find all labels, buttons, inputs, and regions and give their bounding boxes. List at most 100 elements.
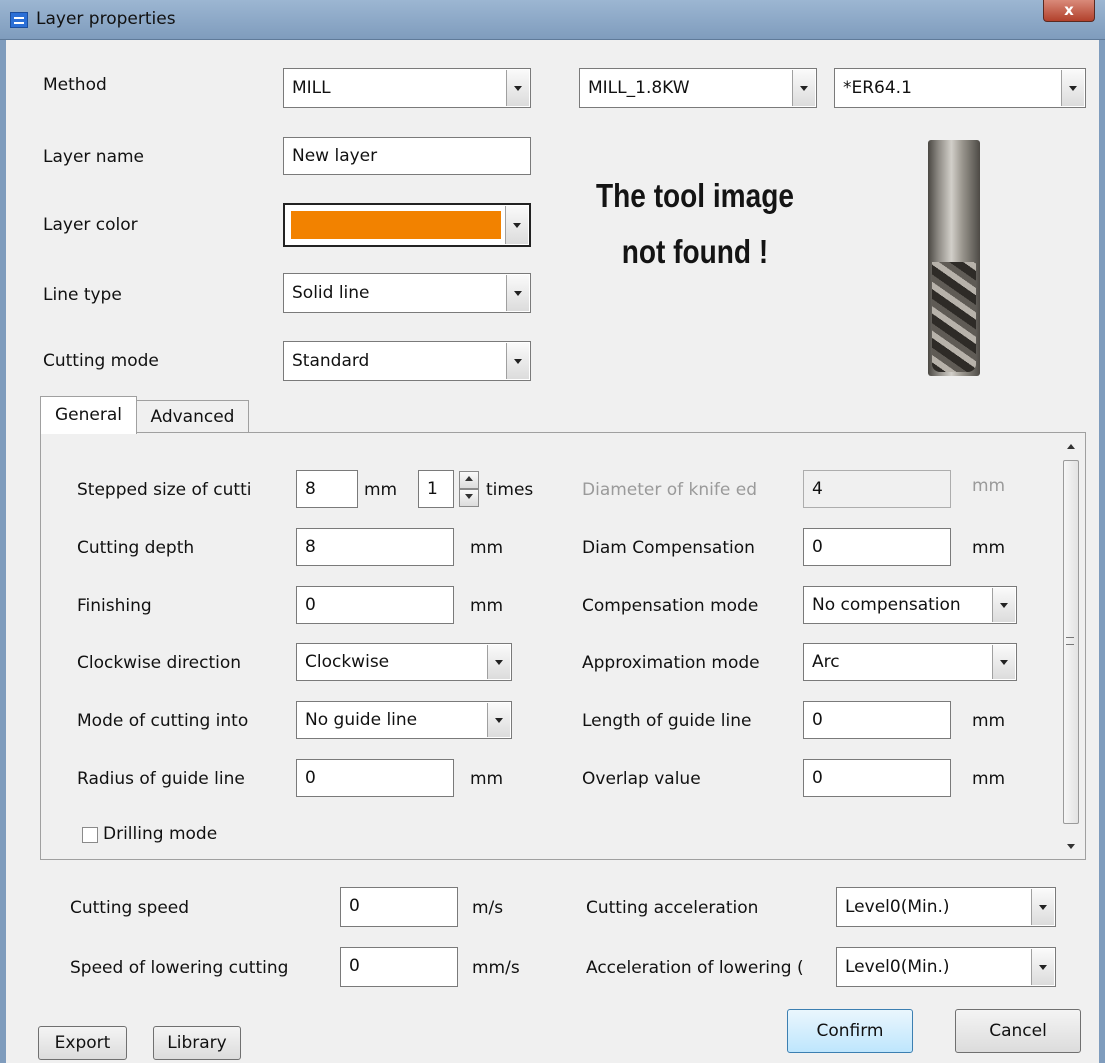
spin-down-icon[interactable]	[459, 489, 479, 507]
diam-compensation-label: Diam Compensation	[582, 538, 755, 558]
knife-diameter-unit: mm	[972, 476, 1006, 496]
export-button[interactable]: Export	[38, 1026, 127, 1060]
guide-radius-input[interactable]: 0	[296, 759, 454, 797]
app-icon	[10, 12, 28, 28]
cutting-acceleration-label: Cutting acceleration	[586, 898, 759, 918]
chevron-down-icon[interactable]	[506, 343, 529, 379]
chevron-down-icon[interactable]	[792, 70, 815, 106]
cutting-into-value: No guide line	[305, 710, 418, 730]
lowering-acceleration-label: Acceleration of lowering (	[586, 958, 804, 978]
window-border-right	[1099, 40, 1105, 1063]
layer-color-swatch	[291, 211, 501, 239]
guide-length-unit: mm	[972, 711, 1006, 731]
cutting-speed-unit: m/s	[472, 898, 504, 918]
chevron-down-icon[interactable]	[992, 645, 1015, 679]
line-type-select[interactable]: Solid line	[283, 273, 531, 313]
tab-general[interactable]: General	[40, 396, 137, 434]
scroll-down-icon[interactable]	[1063, 840, 1079, 856]
compensation-mode-label: Compensation mode	[582, 596, 759, 616]
scroll-grip-icon	[1066, 637, 1074, 645]
guide-length-label: Length of guide line	[582, 711, 752, 731]
guide-length-input[interactable]: 0	[803, 701, 951, 739]
cutting-depth-label: Cutting depth	[77, 538, 195, 558]
chevron-down-icon[interactable]	[505, 206, 528, 244]
compensation-mode-value: No compensation	[812, 595, 961, 615]
stepped-size-input[interactable]: 8	[296, 470, 358, 508]
compensation-mode-select[interactable]: No compensation	[803, 586, 1017, 624]
approximation-mode-value: Arc	[812, 652, 840, 672]
spin-up-icon[interactable]	[459, 471, 479, 489]
clockwise-direction-label: Clockwise direction	[77, 653, 242, 673]
cutting-mode-label: Cutting mode	[43, 351, 159, 371]
lowering-acceleration-select[interactable]: Level0(Min.)	[836, 947, 1056, 987]
spindle-select[interactable]: MILL_1.8KW	[579, 68, 817, 108]
window-border-left	[0, 40, 6, 1063]
chevron-down-icon[interactable]	[1031, 889, 1054, 925]
overlap-value-input[interactable]: 0	[803, 759, 951, 797]
cutting-mode-value: Standard	[292, 351, 370, 371]
guide-radius-label: Radius of guide line	[77, 769, 245, 789]
chevron-down-icon[interactable]	[487, 703, 510, 737]
overlap-value-label: Overlap value	[582, 769, 701, 789]
method-select[interactable]: MILL	[283, 68, 531, 108]
chevron-down-icon[interactable]	[1061, 70, 1084, 106]
line-type-value: Solid line	[292, 283, 370, 303]
cutting-into-select[interactable]: No guide line	[296, 701, 512, 739]
cutting-speed-label: Cutting speed	[70, 898, 190, 918]
knife-diameter-input: 4	[803, 470, 951, 508]
chevron-down-icon[interactable]	[992, 588, 1015, 622]
line-type-label: Line type	[43, 285, 122, 305]
tool-image-missing-message: The tool image not found !	[580, 168, 810, 280]
finishing-input[interactable]: 0	[296, 586, 454, 624]
chevron-down-icon[interactable]	[487, 645, 510, 679]
approximation-mode-select[interactable]: Arc	[803, 643, 1017, 681]
cancel-button[interactable]: Cancel	[955, 1009, 1081, 1053]
cutting-depth-unit: mm	[470, 538, 504, 558]
tool-select[interactable]: *ER64.1	[834, 68, 1086, 108]
finishing-label: Finishing	[77, 596, 152, 616]
cutting-acceleration-select[interactable]: Level0(Min.)	[836, 887, 1056, 927]
cutting-into-label: Mode of cutting into	[77, 711, 249, 731]
overlap-value-unit: mm	[972, 769, 1006, 789]
stepped-size-label: Stepped size of cutti	[77, 480, 252, 500]
method-label: Method	[43, 75, 107, 95]
lowering-speed-unit: mm/s	[472, 958, 520, 978]
scroll-up-icon[interactable]	[1063, 440, 1079, 456]
approximation-mode-label: Approximation mode	[582, 653, 760, 673]
cutting-depth-input[interactable]: 8	[296, 528, 454, 566]
layer-color-picker[interactable]	[283, 203, 531, 247]
drilling-mode-checkbox[interactable]	[82, 827, 98, 843]
cutting-speed-input[interactable]: 0	[340, 887, 458, 927]
close-button[interactable]: x	[1043, 0, 1095, 22]
finishing-unit: mm	[470, 596, 504, 616]
knife-diameter-label: Diameter of knife ed	[582, 480, 757, 500]
library-button[interactable]: Library	[153, 1026, 241, 1060]
spindle-select-value: MILL_1.8KW	[588, 78, 690, 98]
cutting-mode-select[interactable]: Standard	[283, 341, 531, 381]
stepped-times-unit: times	[486, 480, 534, 500]
stepped-times-input[interactable]: 1	[418, 470, 454, 508]
clockwise-direction-select[interactable]: Clockwise	[296, 643, 512, 681]
clockwise-direction-value: Clockwise	[305, 652, 390, 672]
chevron-down-icon[interactable]	[1031, 949, 1054, 985]
drilling-mode-label: Drilling mode	[103, 824, 218, 844]
chevron-down-icon[interactable]	[506, 275, 529, 311]
layer-color-label: Layer color	[43, 215, 138, 235]
lowering-speed-input[interactable]: 0	[340, 947, 458, 987]
diam-compensation-unit: mm	[972, 538, 1006, 558]
tool-image-message-line2: not found !	[621, 233, 769, 270]
chevron-down-icon[interactable]	[506, 70, 529, 106]
layer-name-input[interactable]: New layer	[283, 137, 531, 175]
tool-select-value: *ER64.1	[843, 78, 912, 98]
stepped-size-unit: mm	[364, 480, 398, 500]
tool-image-message-line1: The tool image	[596, 177, 794, 214]
tab-advanced[interactable]: Advanced	[136, 400, 249, 433]
lowering-speed-label: Speed of lowering cutting	[70, 958, 289, 978]
guide-radius-unit: mm	[470, 769, 504, 789]
cutting-acceleration-value: Level0(Min.)	[845, 897, 950, 917]
diam-compensation-input[interactable]: 0	[803, 528, 951, 566]
confirm-button[interactable]: Confirm	[787, 1009, 913, 1053]
layer-name-label: Layer name	[43, 147, 145, 167]
window-title: Layer properties	[36, 9, 176, 29]
method-select-value: MILL	[292, 78, 331, 98]
